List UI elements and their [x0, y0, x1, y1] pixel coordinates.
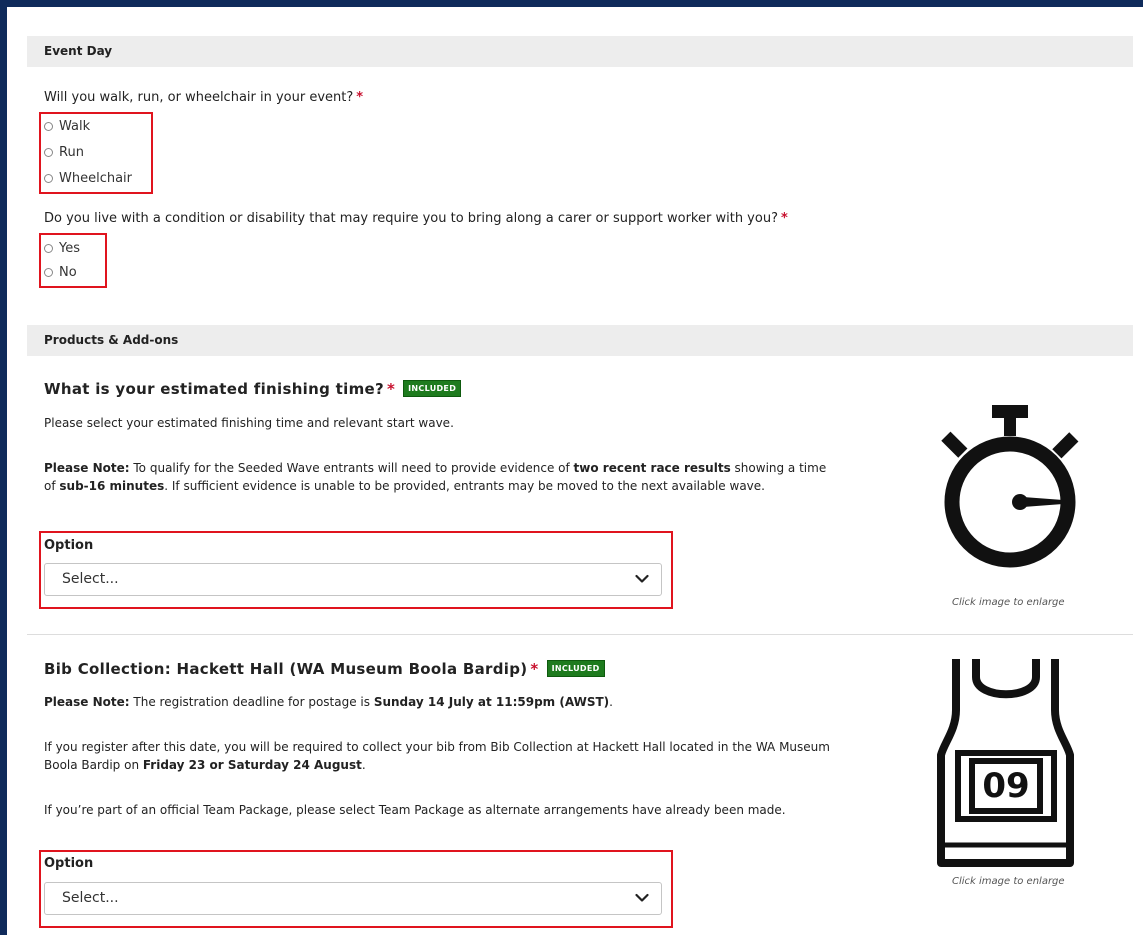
radio-label: Wheelchair [59, 170, 133, 186]
product-title-text: Bib Collection: Hackett Hall (WA Museum … [44, 660, 528, 678]
radio-label: Run [59, 144, 84, 160]
option-label: Option [44, 538, 94, 553]
image-caption: Click image to enlarge [952, 876, 1065, 887]
select-value: Select... [62, 571, 119, 587]
included-badge: INCLUDED [403, 380, 462, 397]
bib-note: Please Note: The registration deadline f… [44, 693, 834, 711]
note-label: Please Note: [44, 461, 130, 475]
radio-label: Walk [59, 118, 91, 134]
question-carer: Do you live with a condition or disabili… [44, 211, 788, 226]
para-emphasis: Friday 23 or Saturday 24 August [142, 758, 362, 772]
bib-number: 09 [982, 766, 1030, 806]
note-text: . If sufficient evidence is unable to be… [164, 479, 765, 493]
note-label: Please Note: [44, 695, 130, 709]
radio-no[interactable]: No [44, 264, 77, 280]
note-emphasis: two recent race results [573, 461, 731, 475]
included-badge: INCLUDED [546, 660, 605, 677]
image-caption: Click image to enlarge [952, 597, 1065, 608]
radio-circle-icon[interactable] [44, 173, 53, 183]
radio-label: Yes [59, 240, 80, 256]
bib-team-package: If you’re part of an official Team Packa… [44, 803, 786, 817]
finishing-time-select[interactable]: Select... [44, 563, 662, 596]
question-activity-type: Will you walk, run, or wheelchair in you… [44, 90, 363, 105]
section-header-event-day: Event Day [27, 36, 1133, 67]
bib-after-deadline: If you register after this date, you wil… [44, 738, 834, 774]
chevron-down-icon[interactable] [635, 574, 649, 584]
required-marker: * [780, 211, 788, 226]
radio-circle-icon[interactable] [44, 121, 53, 131]
race-bib-image[interactable]: 09 [936, 655, 1076, 870]
required-marker: * [386, 380, 396, 398]
radio-circle-icon[interactable] [44, 267, 53, 277]
product-title-finishing-time: What is your estimated finishing time? * I… [44, 380, 462, 398]
section-header-products: Products & Add-ons [27, 325, 1133, 356]
radio-circle-icon[interactable] [44, 147, 53, 157]
radio-run[interactable]: Run [44, 144, 84, 160]
select-value: Select... [62, 890, 119, 906]
note-text: . [609, 695, 613, 709]
bib-collection-select[interactable]: Select... [44, 882, 662, 915]
note-emphasis: Sunday 14 July at 11:59pm (AWST) [373, 695, 610, 709]
chevron-down-icon[interactable] [635, 893, 649, 903]
required-marker: * [356, 90, 364, 105]
radio-circle-icon[interactable] [44, 243, 53, 253]
finishing-time-note: Please Note: To qualify for the Seeded W… [44, 459, 834, 495]
product-title-bib-collection: Bib Collection: Hackett Hall (WA Museum … [44, 660, 605, 678]
product-divider [27, 634, 1133, 635]
note-text: The registration deadline for postage is [129, 695, 374, 709]
stopwatch-image[interactable] [935, 400, 1085, 590]
option-label: Option [44, 856, 94, 871]
question-text: Do you live with a condition or disabili… [44, 211, 778, 226]
stopwatch-icon[interactable] [935, 400, 1085, 590]
product-title-text: What is your estimated finishing time? [44, 380, 384, 398]
note-emphasis: sub-16 minutes [59, 479, 165, 493]
radio-label: No [59, 264, 77, 280]
radio-yes[interactable]: Yes [44, 240, 80, 256]
question-text: Will you walk, run, or wheelchair in you… [44, 90, 354, 105]
finishing-time-intro: Please select your estimated finishing t… [44, 416, 454, 430]
radio-walk[interactable]: Walk [44, 118, 90, 134]
required-marker: * [530, 660, 539, 678]
note-text: To qualify for the Seeded Wave entrants … [129, 461, 574, 475]
radio-wheelchair[interactable]: Wheelchair [44, 170, 132, 186]
para-text: . [361, 758, 366, 772]
